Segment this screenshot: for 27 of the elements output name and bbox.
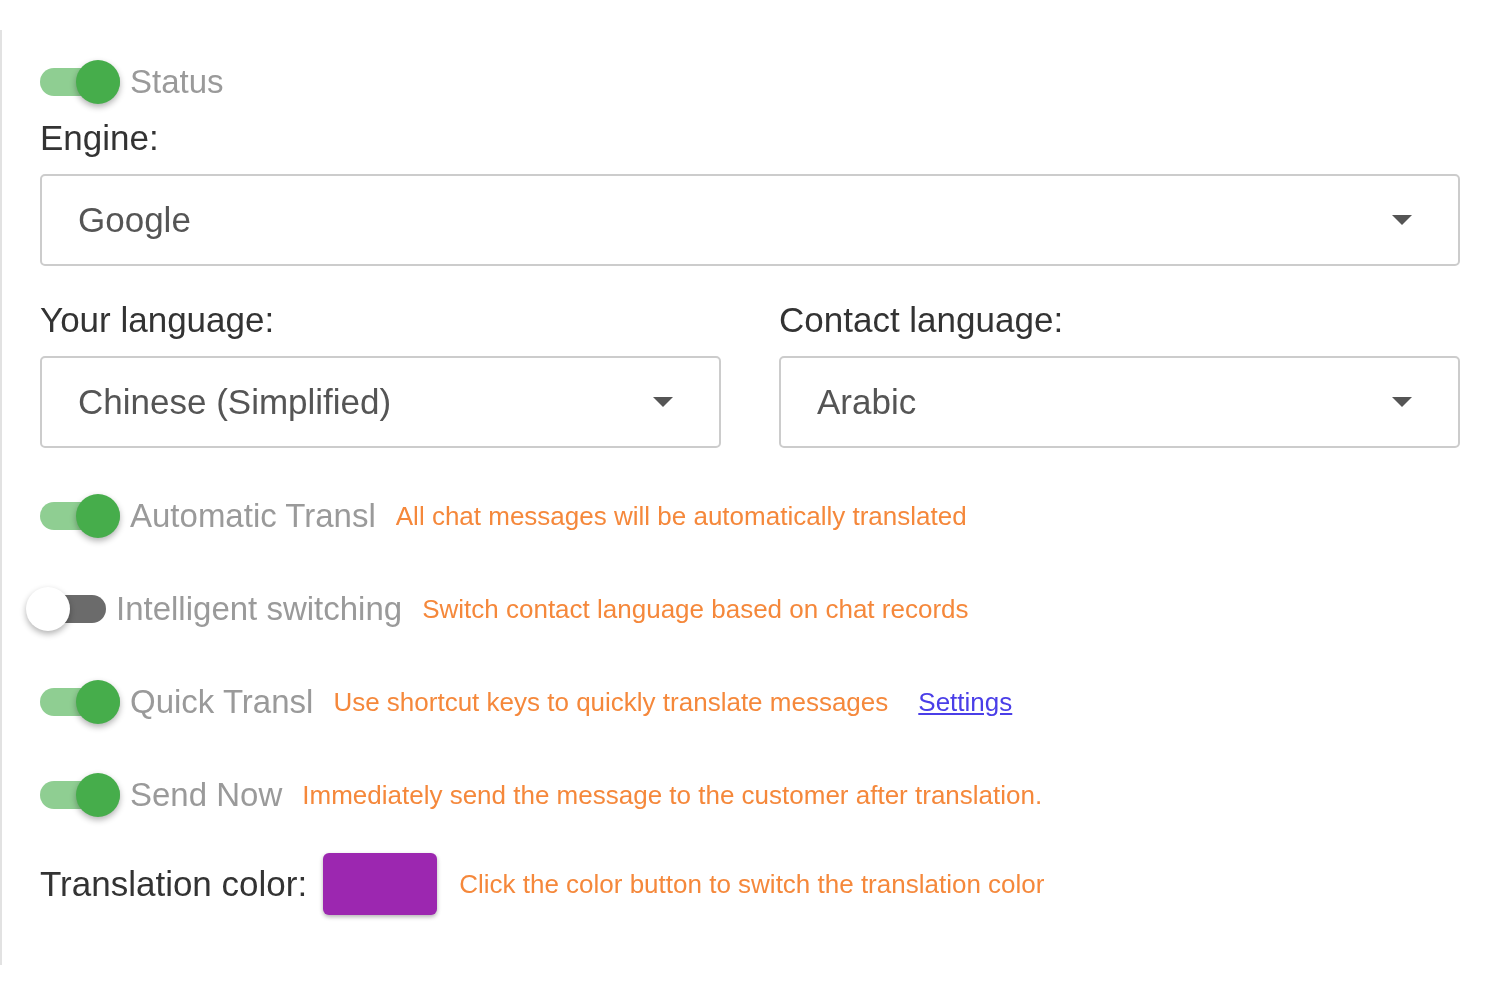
caret-icon bbox=[1392, 397, 1412, 407]
toggle-label: Automatic Transl bbox=[130, 497, 376, 535]
toggle-label: Quick Transl bbox=[130, 683, 314, 721]
hint-text: Switch contact language based on chat records bbox=[422, 593, 969, 625]
settings-link[interactable]: Settings bbox=[918, 686, 1013, 718]
field-label: Contact language: bbox=[779, 300, 1065, 340]
hint-text: Immediately send the message to the customer after translation. bbox=[302, 779, 1043, 811]
dropdown-select[interactable]: Chinese (Simplified) bbox=[40, 356, 721, 448]
toggle-switch[interactable] bbox=[40, 60, 120, 104]
dropdown-select[interactable]: Arabic bbox=[779, 356, 1460, 448]
caret-icon bbox=[1392, 215, 1412, 225]
toggle-label: Status bbox=[130, 63, 224, 101]
toggle-label: Intelligent switching bbox=[116, 590, 403, 628]
hint-text: Use shortcut keys to quickly translate messages bbox=[333, 686, 889, 718]
field-label: Your language: bbox=[40, 300, 276, 340]
toggle-switch[interactable] bbox=[40, 494, 120, 538]
color-button[interactable] bbox=[323, 853, 438, 915]
toggle-switch[interactable] bbox=[40, 680, 120, 724]
color-label: Translation color: bbox=[40, 864, 308, 904]
toggle-switch[interactable] bbox=[40, 773, 120, 817]
field-label: Engine: bbox=[40, 118, 160, 158]
caret-icon bbox=[653, 397, 673, 407]
hint-text: All chat messages will be automatically translated bbox=[395, 500, 967, 532]
dropdown-select[interactable]: Google bbox=[40, 174, 1460, 266]
toggle-label: Send Now bbox=[130, 776, 283, 814]
toggle-switch[interactable] bbox=[26, 587, 106, 631]
hint-text: Click the color button to switch the translation color bbox=[459, 868, 1045, 900]
